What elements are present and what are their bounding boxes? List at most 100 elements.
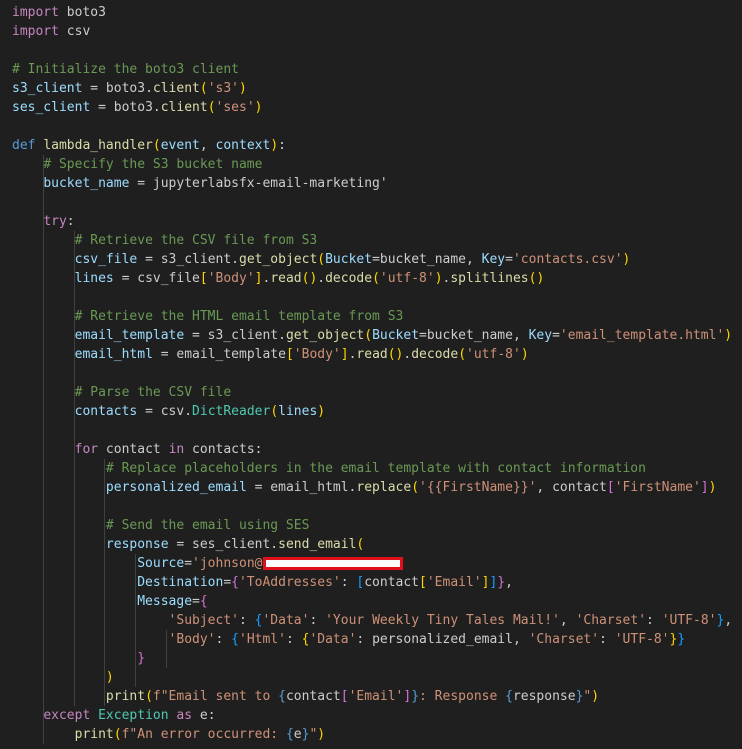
code-token: = jupyterlabsfx-email-marketing' bbox=[129, 176, 388, 191]
code-token: Key bbox=[481, 252, 506, 267]
code-line[interactable]: import csv bbox=[12, 22, 90, 41]
code-line[interactable]: Destination={'ToAddresses': [contact['Em… bbox=[12, 573, 513, 592]
code-line[interactable]: except Exception as e: bbox=[12, 706, 215, 725]
code-token: # Parse the CSV file bbox=[74, 385, 232, 400]
code-token: 'Html' bbox=[239, 632, 286, 647]
code-line[interactable]: Source='johnson@ bbox=[12, 554, 404, 573]
code-token: } bbox=[137, 651, 146, 666]
code-token: email_template bbox=[74, 328, 185, 343]
code-token: 'FirstName' bbox=[614, 480, 701, 495]
code-token: [ bbox=[340, 689, 349, 704]
code-line[interactable]: # Retrieve the HTML email template from … bbox=[12, 307, 404, 326]
code-line[interactable]: ) bbox=[12, 668, 114, 687]
code-line[interactable]: print(f"Email sent to {contact['Email']}… bbox=[12, 687, 599, 706]
code-line[interactable]: bucket_name = jupyterlabsfx-email-market… bbox=[12, 174, 388, 193]
code-token: Bucket bbox=[325, 252, 373, 267]
code-token: import bbox=[12, 5, 59, 20]
code-token: : personalized_email, bbox=[356, 632, 529, 647]
code-line[interactable]: try: bbox=[12, 212, 75, 231]
code-token: : bbox=[285, 632, 302, 647]
code-line[interactable]: def lambda_handler(event, context): bbox=[12, 136, 286, 155]
code-token: boto3 bbox=[58, 5, 106, 20]
code-token: = s3_client. bbox=[184, 328, 286, 343]
code-token: ( bbox=[207, 100, 216, 115]
code-token: : bbox=[340, 575, 357, 590]
code-line[interactable]: lines = csv_file['Body'].read().decode('… bbox=[12, 269, 545, 288]
code-token: ) bbox=[591, 689, 600, 704]
code-line[interactable]: contacts = csv.DictReader(lines) bbox=[12, 402, 326, 421]
code-token: Source bbox=[137, 556, 185, 571]
code-line[interactable]: response = ses_client.send_email( bbox=[12, 535, 364, 554]
code-line[interactable]: s3_client = boto3.client('s3') bbox=[12, 79, 247, 98]
code-token: 'Data' bbox=[309, 632, 357, 647]
code-line[interactable]: import boto3 bbox=[12, 3, 106, 22]
code-line[interactable]: # Replace placeholders in the email temp… bbox=[12, 459, 646, 478]
code-token: 'Body' bbox=[168, 632, 216, 647]
code-token: 'Email' bbox=[426, 575, 482, 590]
code-token: { bbox=[285, 727, 294, 742]
code-token: { bbox=[231, 632, 239, 647]
code-line[interactable]: } bbox=[12, 649, 145, 668]
code-line[interactable]: email_html = email_template['Body'].read… bbox=[12, 345, 529, 364]
code-token: = boto3. bbox=[90, 100, 161, 115]
code-token: } bbox=[411, 689, 420, 704]
code-token: , bbox=[505, 575, 513, 590]
code-line[interactable]: # Send the email using SES bbox=[12, 516, 310, 535]
code-line[interactable]: ses_client = boto3.client('ses') bbox=[12, 98, 263, 117]
code-line[interactable]: 'Subject': {'Data': 'Your Weekly Tiny Ta… bbox=[12, 611, 733, 630]
code-token: try bbox=[43, 214, 67, 229]
code-token: () bbox=[528, 271, 545, 286]
code-token: get_object bbox=[285, 328, 365, 343]
code-token: contact bbox=[364, 575, 420, 590]
code-token: context bbox=[215, 138, 271, 153]
code-token: 'UTF-8' bbox=[661, 613, 717, 628]
code-line[interactable]: personalized_email = email_html.replace(… bbox=[12, 478, 717, 497]
code-token: = csv_file bbox=[113, 271, 200, 286]
code-token: = s3_client. bbox=[137, 252, 239, 267]
code-token: ( bbox=[317, 252, 326, 267]
code-token: Destination bbox=[137, 575, 224, 590]
code-token: ) bbox=[708, 480, 717, 495]
code-line[interactable]: # Retrieve the CSV file from S3 bbox=[12, 231, 318, 250]
code-token: : bbox=[66, 214, 75, 229]
code-token: contact bbox=[285, 689, 341, 704]
code-token: = boto3. bbox=[82, 81, 153, 96]
code-token: [ bbox=[285, 347, 294, 362]
code-token: contacts bbox=[74, 404, 138, 419]
code-line[interactable]: email_template = s3_client.get_object(Bu… bbox=[12, 326, 733, 345]
code-token: bucket_name bbox=[43, 176, 130, 191]
code-line[interactable]: print(f"An error occurred: {e}") bbox=[12, 725, 325, 744]
code-line[interactable]: csv_file = s3_client.get_object(Bucket=b… bbox=[12, 250, 631, 269]
code-line[interactable]: # Specify the S3 bucket name bbox=[12, 155, 262, 174]
code-token: Message bbox=[137, 594, 193, 609]
code-token: : bbox=[278, 138, 286, 153]
code-token: contact bbox=[98, 442, 169, 457]
code-token: ) bbox=[724, 328, 733, 343]
code-token: 'Email' bbox=[348, 689, 404, 704]
code-token: Key bbox=[528, 328, 553, 343]
code-line[interactable]: # Parse the CSV file bbox=[12, 383, 232, 402]
code-line[interactable]: for contact in contacts: bbox=[12, 440, 263, 459]
code-token: Bucket bbox=[372, 328, 420, 343]
code-line[interactable]: Message={ bbox=[12, 592, 207, 611]
code-token: = csv. bbox=[137, 404, 193, 419]
code-token: csv bbox=[58, 24, 91, 39]
code-token: response bbox=[105, 537, 169, 552]
code-token: lines bbox=[278, 404, 318, 419]
code-token: } bbox=[677, 632, 686, 647]
code-line[interactable]: # Initialize the boto3 client bbox=[12, 60, 239, 79]
code-editor[interactable]: import boto3 import csv # Initialize the b… bbox=[0, 0, 742, 749]
code-line[interactable]: 'Body': {'Html': {'Data': personalized_e… bbox=[12, 630, 686, 649]
code-token: = bbox=[505, 252, 513, 267]
